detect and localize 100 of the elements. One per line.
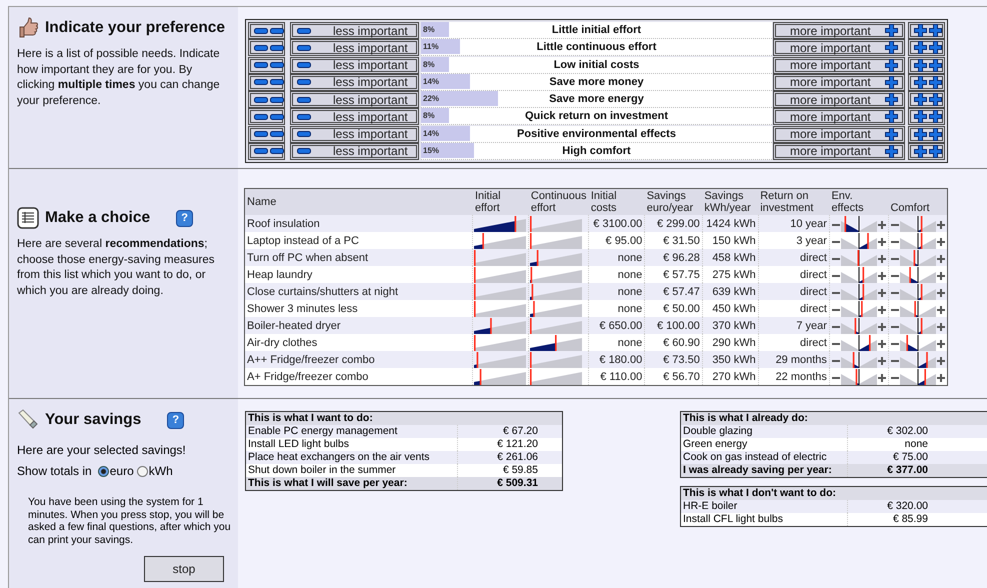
minus-icon (832, 240, 840, 242)
plus-icon (914, 144, 927, 158)
plus-icon (914, 93, 927, 106)
plus-icon (878, 306, 886, 314)
much-more-button[interactable] (908, 142, 945, 160)
minus-icon (297, 28, 311, 34)
plus-icon (885, 144, 898, 158)
less-important-button[interactable]: less important (290, 142, 419, 160)
much-less-button[interactable] (248, 39, 285, 56)
radio-button[interactable] (136, 466, 148, 476)
radio-button[interactable] (98, 466, 109, 476)
much-more-button[interactable] (908, 56, 945, 74)
measure-name[interactable]: Air-dry clothes (244, 334, 473, 351)
minus-icon (832, 326, 840, 328)
much-less-button[interactable] (248, 22, 285, 39)
much-less-button[interactable] (248, 56, 285, 74)
much-more-button[interactable] (908, 74, 945, 91)
table-title: This is what I don't want to do: (681, 487, 987, 500)
more-important-button[interactable]: more important (773, 39, 905, 56)
much-less-button[interactable] (248, 91, 285, 108)
minus-icon (890, 274, 899, 276)
less-important-button[interactable]: less important (290, 22, 419, 39)
table-cell: 270 kWh (702, 368, 758, 386)
measure-name[interactable]: Laptop instead of a PC (244, 232, 473, 249)
much-less-button[interactable] (248, 74, 285, 91)
minus-icon (270, 114, 284, 120)
more-important-button[interactable]: more important (773, 142, 905, 160)
measure-name[interactable]: A++ Fridge/freezer combo (244, 351, 473, 368)
measure-name[interactable]: Turn off PC when absent (244, 249, 473, 266)
minus-icon (832, 292, 840, 294)
more-important-button[interactable]: more important (773, 126, 905, 142)
less-important-button[interactable]: less important (290, 56, 419, 74)
plus-icon (885, 128, 898, 140)
table-cell-text: Place heat exchangers on the air vents (247, 451, 431, 464)
table-cell: 3 year (758, 232, 830, 249)
more-important-button[interactable]: more important (773, 108, 905, 126)
table-cell: none (588, 249, 645, 266)
table-cell: € 3100.00 (588, 215, 645, 232)
measure-name[interactable]: Close curtains/shutters at night (244, 283, 473, 300)
plus-icon (878, 322, 886, 330)
less-important-button[interactable]: less important (290, 126, 419, 142)
table-cell: € 100.00 (644, 317, 702, 334)
minus-icon (254, 131, 268, 137)
table-cell: 1424 kWh (702, 215, 758, 232)
table-cell: € 50.00 (644, 300, 702, 317)
table-cell: € 57.75 (644, 266, 702, 283)
more-important-button[interactable]: more important (773, 91, 905, 108)
plus-icon (885, 41, 898, 54)
table-cell: direct (758, 249, 830, 266)
much-more-button[interactable] (908, 39, 945, 56)
table-cell: € 85.99 (847, 513, 935, 526)
unit-radio[interactable]: euro (98, 464, 134, 478)
less-important-button[interactable]: less important (290, 74, 419, 91)
much-less-button[interactable] (248, 108, 285, 126)
minus-icon (297, 62, 311, 68)
less-important-button[interactable]: less important (290, 108, 419, 126)
plus-icon (929, 24, 942, 37)
minus-icon (832, 360, 840, 362)
minus-icon (297, 148, 311, 154)
plus-icon (936, 356, 945, 364)
plus-icon (929, 110, 942, 124)
unit-radio[interactable]: kWh (136, 464, 173, 478)
plus-icon (936, 220, 945, 228)
table-cell: € 110.00 (588, 368, 645, 386)
help-icon[interactable]: ? (176, 210, 194, 226)
less-important-button[interactable]: less important (290, 39, 419, 56)
measure-name[interactable]: Shower 3 minutes less (244, 300, 473, 317)
minus-icon (270, 148, 284, 154)
total-value: € 377.00 (847, 464, 935, 477)
much-less-button[interactable] (248, 142, 285, 160)
measure-name[interactable]: A+ Fridge/freezer combo (244, 368, 473, 386)
much-more-button[interactable] (908, 126, 945, 142)
measure-name[interactable]: Roof insulation (244, 215, 473, 232)
minus-icon (890, 224, 899, 226)
less-important-button[interactable]: less important (290, 91, 419, 108)
percent-label: 22% (423, 94, 440, 103)
more-important-button[interactable]: more important (773, 74, 905, 91)
table-cell: 10 year (758, 215, 830, 232)
much-less-button[interactable] (248, 126, 285, 142)
table-cell-text: Cook on gas instead of electric (682, 451, 828, 464)
table-cell: direct (758, 283, 830, 300)
thumbs-up-icon (17, 17, 39, 39)
minus-icon (890, 326, 899, 328)
measure-name[interactable]: Boiler-heated dryer (244, 317, 473, 334)
plus-icon (936, 374, 945, 382)
more-important-button[interactable]: more important (773, 22, 905, 39)
table-cell-text: Green energy (682, 438, 748, 451)
help-icon[interactable]: ? (167, 412, 184, 428)
much-more-button[interactable] (908, 108, 945, 126)
minus-icon (270, 44, 284, 51)
stop-button[interactable]: stop (144, 556, 224, 582)
much-more-button[interactable] (908, 91, 945, 108)
column-header: Savings euro/year (644, 188, 702, 215)
table-cell-text: Double glazing (682, 425, 754, 438)
more-important-button[interactable]: more important (773, 56, 905, 74)
table-cell: 275 kWh (702, 266, 758, 283)
much-more-button[interactable] (908, 22, 945, 39)
minus-icon (890, 258, 899, 260)
measure-name[interactable]: Heap laundry (244, 266, 473, 283)
plus-icon (936, 238, 945, 246)
